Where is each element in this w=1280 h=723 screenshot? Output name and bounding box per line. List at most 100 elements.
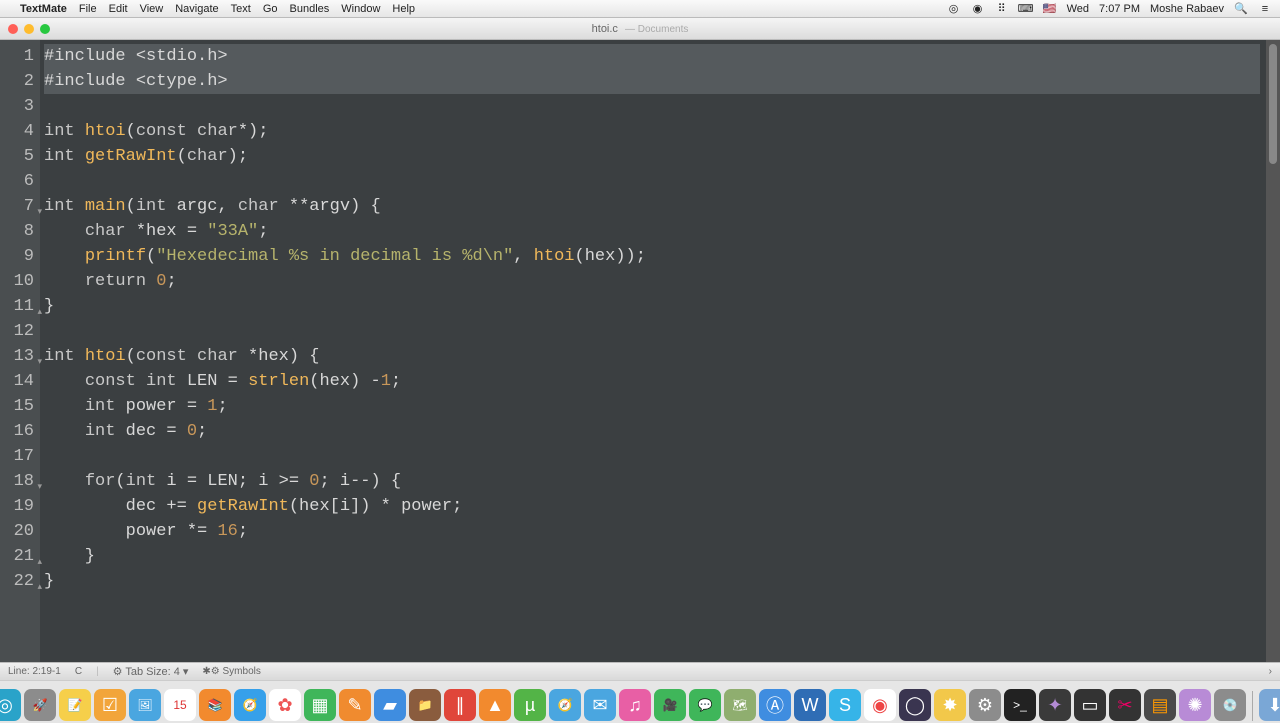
line-number[interactable]: 22	[0, 569, 40, 594]
dock-safari-icon[interactable]: 🧭	[234, 689, 266, 721]
line-number[interactable]: 13	[0, 344, 40, 369]
line-number[interactable]: 4	[0, 119, 40, 144]
code-line[interactable]: int main(int argc, char **argv) {	[44, 194, 1260, 219]
close-window-button[interactable]	[8, 24, 18, 34]
clock-day[interactable]: Wed	[1067, 3, 1089, 15]
menu-navigate[interactable]: Navigate	[175, 3, 218, 15]
line-number-gutter[interactable]: 12345678910111213141516171819202122	[0, 40, 40, 662]
dock-skype-icon[interactable]: S	[829, 689, 861, 721]
status-icon-2[interactable]: ◉	[971, 2, 985, 16]
code-line[interactable]: }	[44, 544, 1260, 569]
dock-maps-icon[interactable]: 🗺	[724, 689, 756, 721]
dock-messages-icon[interactable]: 💬	[689, 689, 721, 721]
dock-eclipse-icon[interactable]: ◯	[899, 689, 931, 721]
menu-window[interactable]: Window	[341, 3, 380, 15]
dock-burst-icon[interactable]: ✸	[934, 689, 966, 721]
line-number[interactable]: 14	[0, 369, 40, 394]
cursor-position[interactable]: Line: 2:19-1	[8, 666, 61, 677]
clock-time[interactable]: 7:07 PM	[1099, 3, 1140, 15]
code-line[interactable]: }	[44, 569, 1260, 594]
dock-itunes-icon[interactable]: ♫	[619, 689, 651, 721]
flag-icon[interactable]: 🇺🇸	[1043, 2, 1057, 16]
menu-bundles[interactable]: Bundles	[290, 3, 330, 15]
dock-appstore-icon[interactable]: Ⓐ	[759, 689, 791, 721]
scrollbar-thumb[interactable]	[1269, 44, 1277, 164]
menu-help[interactable]: Help	[392, 3, 415, 15]
minimize-window-button[interactable]	[24, 24, 34, 34]
dock-books-icon[interactable]: 📚	[199, 689, 231, 721]
code-line[interactable]: power *= 16;	[44, 519, 1260, 544]
code-area[interactable]: #include <stdio.h>#include <ctype.h> int…	[40, 40, 1266, 662]
dock-preview-icon[interactable]: 🖼	[129, 689, 161, 721]
dock-downloads-icon[interactable]: ⬇	[1259, 689, 1280, 721]
dock-reminders-icon[interactable]: ☑	[94, 689, 126, 721]
code-line[interactable]: int getRawInt(char);	[44, 144, 1260, 169]
line-number[interactable]: 17	[0, 444, 40, 469]
dock-calendar-icon[interactable]: 15	[164, 689, 196, 721]
dock-sublime-icon[interactable]: ▤	[1144, 689, 1176, 721]
code-line[interactable]	[44, 319, 1260, 344]
dock-display-icon[interactable]: ▭	[1074, 689, 1106, 721]
menu-extra-icon[interactable]: ≡	[1258, 2, 1272, 16]
dock-vlc-icon[interactable]: ▲	[479, 689, 511, 721]
code-line[interactable]: }	[44, 294, 1260, 319]
code-line[interactable]: #include <stdio.h>	[44, 44, 1260, 69]
line-number[interactable]: 19	[0, 494, 40, 519]
menu-edit[interactable]: Edit	[109, 3, 128, 15]
app-name[interactable]: TextMate	[20, 3, 67, 15]
line-number[interactable]: 12	[0, 319, 40, 344]
code-line[interactable]: for(int i = LEN; i >= 0; i--) {	[44, 469, 1260, 494]
menu-text[interactable]: Text	[231, 3, 251, 15]
line-number[interactable]: 16	[0, 419, 40, 444]
tab-size-selector[interactable]: ⚙ Tab Size: 4 ▾	[113, 665, 189, 678]
status-icon-3[interactable]: ⠿	[995, 2, 1009, 16]
status-icon-1[interactable]: ◎	[947, 2, 961, 16]
dock-terminal-icon[interactable]: >_	[1004, 689, 1036, 721]
line-number[interactable]: 6	[0, 169, 40, 194]
dock-mail-icon[interactable]: ✉	[584, 689, 616, 721]
dock-numbers-icon[interactable]: ▦	[304, 689, 336, 721]
dock-keynote-icon[interactable]: ▰	[374, 689, 406, 721]
line-number[interactable]: 21	[0, 544, 40, 569]
line-number[interactable]: 18	[0, 469, 40, 494]
code-line[interactable]: dec += getRawInt(hex[i]) * power;	[44, 494, 1260, 519]
dock-textmate-icon[interactable]: ✦	[1039, 689, 1071, 721]
line-number[interactable]: 15	[0, 394, 40, 419]
keyboard-icon[interactable]: ⌨	[1019, 2, 1033, 16]
dock-parallels-icon[interactable]: ∥	[444, 689, 476, 721]
line-number[interactable]: 5	[0, 144, 40, 169]
user-name[interactable]: Moshe Rabaev	[1150, 3, 1224, 15]
code-line[interactable]	[44, 169, 1260, 194]
dock-chrome-icon[interactable]: ◉	[864, 689, 896, 721]
language-mode[interactable]: C	[75, 666, 82, 677]
dock-pages-icon[interactable]: ✎	[339, 689, 371, 721]
code-line[interactable]: #include <ctype.h>	[44, 69, 1260, 94]
code-line[interactable]	[44, 444, 1260, 469]
code-line[interactable]: int power = 1;	[44, 394, 1260, 419]
line-number[interactable]: 8	[0, 219, 40, 244]
dock-utorrent-icon[interactable]: µ	[514, 689, 546, 721]
code-line[interactable]: return 0;	[44, 269, 1260, 294]
dock-disc-icon[interactable]: 💿	[1214, 689, 1246, 721]
line-number[interactable]: 2	[0, 69, 40, 94]
dock-launchpad-icon[interactable]: 🚀	[24, 689, 56, 721]
dock-photos-icon[interactable]: ✿	[269, 689, 301, 721]
line-number[interactable]: 3	[0, 94, 40, 119]
code-line[interactable]: printf("Hexedecimal %s in decimal is %d\…	[44, 244, 1260, 269]
dock-systemprefs-icon[interactable]: ⚙	[969, 689, 1001, 721]
code-line[interactable]	[44, 94, 1260, 119]
line-number[interactable]: 20	[0, 519, 40, 544]
code-line[interactable]: const int LEN = strlen(hex) -1;	[44, 369, 1260, 394]
dock-notes-icon[interactable]: 📝	[59, 689, 91, 721]
dock-safari2-icon[interactable]: 🧭	[549, 689, 581, 721]
dock-finalcut-icon[interactable]: ✂	[1109, 689, 1141, 721]
code-line[interactable]: int htoi(const char*);	[44, 119, 1260, 144]
code-line[interactable]: char *hex = "33A";	[44, 219, 1260, 244]
line-number[interactable]: 11	[0, 294, 40, 319]
dock-edge-icon[interactable]: ◎	[0, 689, 21, 721]
dock-facetime-icon[interactable]: 🎥	[654, 689, 686, 721]
dock-word-icon[interactable]: W	[794, 689, 826, 721]
menu-view[interactable]: View	[140, 3, 164, 15]
dock-folder1-icon[interactable]: 📁	[409, 689, 441, 721]
line-number[interactable]: 10	[0, 269, 40, 294]
